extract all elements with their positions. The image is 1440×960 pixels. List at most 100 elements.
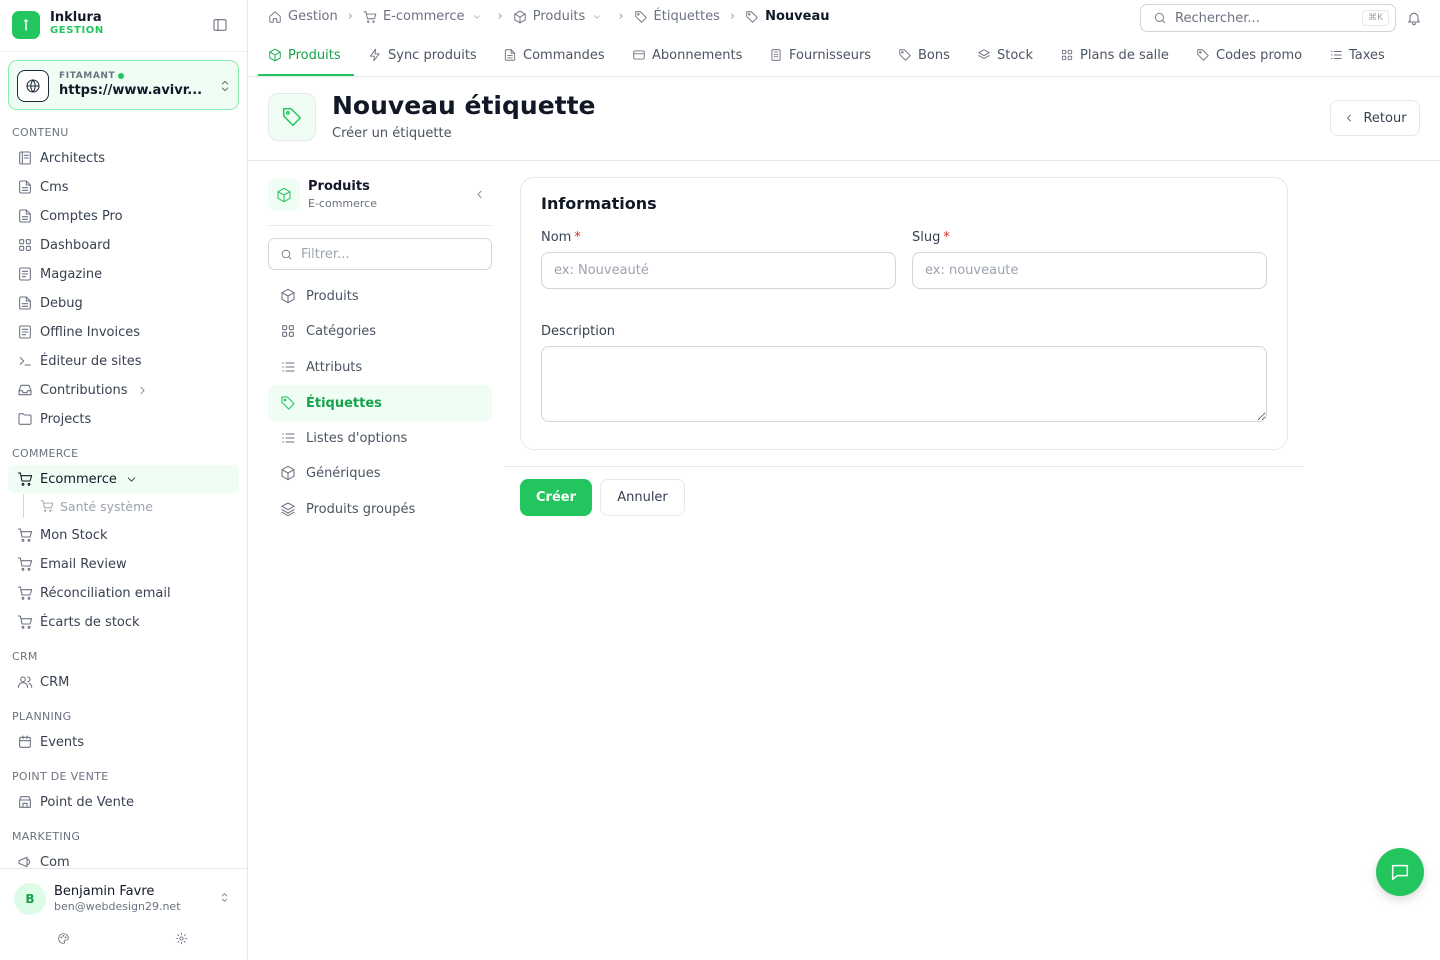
subnav-item-etiquettes[interactable]: Étiquettes	[268, 385, 492, 421]
tag-icon	[746, 10, 758, 23]
newspaper-icon	[19, 325, 31, 339]
sidebar-item-architects[interactable]: Architects	[8, 144, 239, 172]
credit-card-icon	[633, 50, 645, 60]
nom-label: Nom *	[541, 230, 581, 245]
cart-icon	[363, 10, 377, 23]
tab-codes-promo[interactable]: Codes promo	[1196, 34, 1302, 76]
sidebar-item-point-de-vente[interactable]: Point de Vente	[8, 788, 239, 816]
tab-abonnements[interactable]: Abonnements	[632, 34, 742, 76]
tab-bons[interactable]: Bons	[898, 34, 950, 76]
package-icon	[268, 179, 300, 211]
subnav-item-produits[interactable]: Produits	[268, 278, 492, 314]
sidebar-item-com[interactable]: Com	[8, 848, 239, 868]
breadcrumb-separator: ›	[347, 9, 353, 24]
sidebar-subitem-sante-systeme[interactable]: Santé système	[23, 494, 239, 518]
form-section-title: Informations	[541, 194, 657, 213]
required-mark: *	[574, 230, 581, 245]
sidebar-item-projects[interactable]: Projects	[8, 405, 239, 433]
site-switcher[interactable]: FITAMANT https://www.avivr...	[8, 60, 239, 110]
tab-taxes[interactable]: Taxes	[1329, 34, 1385, 76]
sidebar-item-label: Events	[40, 734, 85, 750]
user-panel[interactable]: B Benjamin Favre ben@webdesign29.net	[0, 868, 247, 960]
sidebar-item-label: Magazine	[40, 266, 103, 282]
sidebar-item-contributions[interactable]: Contributions	[8, 376, 239, 404]
subnav-item-listes-options[interactable]: Listes d'options	[268, 420, 492, 456]
breadcrumb-etiquettes[interactable]: Étiquettes	[634, 9, 720, 24]
search-input[interactable]: Rechercher... ⌘K	[1140, 4, 1396, 32]
module-tabs: Produits Sync produits Commandes Abonnem…	[248, 34, 1440, 77]
gear-icon[interactable]	[175, 932, 188, 945]
chat-button[interactable]	[1376, 848, 1424, 896]
cancel-button[interactable]: Annuler	[600, 479, 685, 516]
sidebar-item-cms[interactable]: Cms	[8, 173, 239, 201]
tab-stock[interactable]: Stock	[977, 34, 1033, 76]
subnav-item-attributs[interactable]: Attributs	[268, 349, 492, 385]
sidebar-item-label: CRM	[40, 674, 70, 690]
subnav-item-categories[interactable]: Catégories	[268, 313, 492, 349]
chevron-left-icon[interactable]	[473, 188, 486, 201]
sidebar-item-events[interactable]: Events	[8, 728, 239, 756]
sidebar-item-label: Email Review	[40, 556, 127, 572]
breadcrumb-produits[interactable]: Produits	[513, 9, 609, 24]
sidebar-item-magazine[interactable]: Magazine	[8, 260, 239, 288]
section-marketing: MARKETING	[12, 830, 81, 843]
section-commerce: COMMERCE	[12, 447, 79, 460]
sidebar-item-mon-stock[interactable]: Mon Stock	[8, 521, 239, 549]
sidebar-item-label: Point de Vente	[40, 794, 135, 810]
chevron-right-icon	[139, 386, 145, 394]
chevron-down-icon	[473, 14, 480, 19]
sidebar-toggle-icon[interactable]	[212, 17, 228, 33]
sidebar-item-email-review[interactable]: Email Review	[8, 550, 239, 578]
sidebar-item-crm[interactable]: CRM	[8, 668, 239, 696]
subnav-item-produits-groupes[interactable]: Produits groupés	[268, 491, 492, 527]
brand-header: Inklura GESTION	[0, 0, 247, 52]
filter-input[interactable]	[301, 246, 481, 262]
sidebar-item-label: Architects	[40, 150, 106, 166]
create-button[interactable]: Créer	[520, 479, 592, 516]
sidebar-item-debug[interactable]: Debug	[8, 289, 239, 317]
back-button[interactable]: Retour	[1330, 100, 1420, 136]
tab-commandes[interactable]: Commandes	[503, 34, 605, 76]
subnav-item-generiques[interactable]: Génériques	[268, 455, 492, 491]
tag-icon	[899, 49, 911, 61]
tab-produits[interactable]: Produits	[268, 34, 341, 76]
chevron-left-icon	[1347, 114, 1352, 122]
sidebar-item-ecarts-stock[interactable]: Écarts de stock	[8, 608, 239, 636]
sidebar-item-comptes-pro[interactable]: Comptes Pro	[8, 202, 239, 230]
sidebar-item-offline-invoices[interactable]: Offline Invoices	[8, 318, 239, 346]
module-subnav: Produits E-commerce Produits Catégories …	[268, 177, 492, 537]
tag-icon	[281, 396, 295, 410]
package-icon	[513, 10, 526, 23]
breadcrumb-gestion[interactable]: Gestion	[268, 9, 338, 24]
tab-plans-de-salle[interactable]: Plans de salle	[1060, 34, 1169, 76]
sidebar-item-ecommerce[interactable]: Ecommerce	[8, 465, 239, 493]
sidebar-item-reconciliation-email[interactable]: Réconciliation email	[8, 579, 239, 607]
filter-field[interactable]	[268, 238, 492, 270]
nom-input[interactable]	[541, 252, 896, 289]
sidebar-item-label: Comptes Pro	[40, 208, 123, 224]
cart-icon	[17, 472, 33, 486]
tag-icon	[268, 93, 316, 141]
chevron-down-icon	[127, 476, 136, 482]
search-icon	[281, 249, 292, 259]
page-subtitle: Créer un étiquette	[332, 126, 452, 141]
description-textarea[interactable]	[541, 346, 1267, 422]
building-icon	[771, 49, 781, 61]
sidebar-item-dashboard[interactable]: Dashboard	[8, 231, 239, 259]
palette-icon[interactable]	[57, 932, 70, 945]
sidebar-item-editeur-sites[interactable]: Éditeur de sites	[8, 347, 239, 375]
sidebar-item-label: Com	[40, 854, 70, 869]
sidebar-item-label: Éditeur de sites	[40, 353, 142, 369]
page-header: Nouveau étiquette Créer un étiquette Ret…	[248, 77, 1440, 161]
bell-icon[interactable]	[1406, 10, 1422, 26]
sidebar-item-label: Mon Stock	[40, 527, 108, 543]
tab-sync-produits[interactable]: Sync produits	[368, 34, 477, 76]
tab-fournisseurs[interactable]: Fournisseurs	[769, 34, 871, 76]
sidebar-item-label: Dashboard	[40, 237, 111, 253]
brand-name: Inklura	[50, 10, 102, 25]
file-icon	[19, 180, 31, 194]
breadcrumb-ecommerce[interactable]: E-commerce	[363, 9, 488, 24]
brand-logo-icon[interactable]	[12, 11, 40, 39]
slug-input[interactable]	[912, 252, 1267, 289]
required-mark: *	[943, 230, 950, 245]
